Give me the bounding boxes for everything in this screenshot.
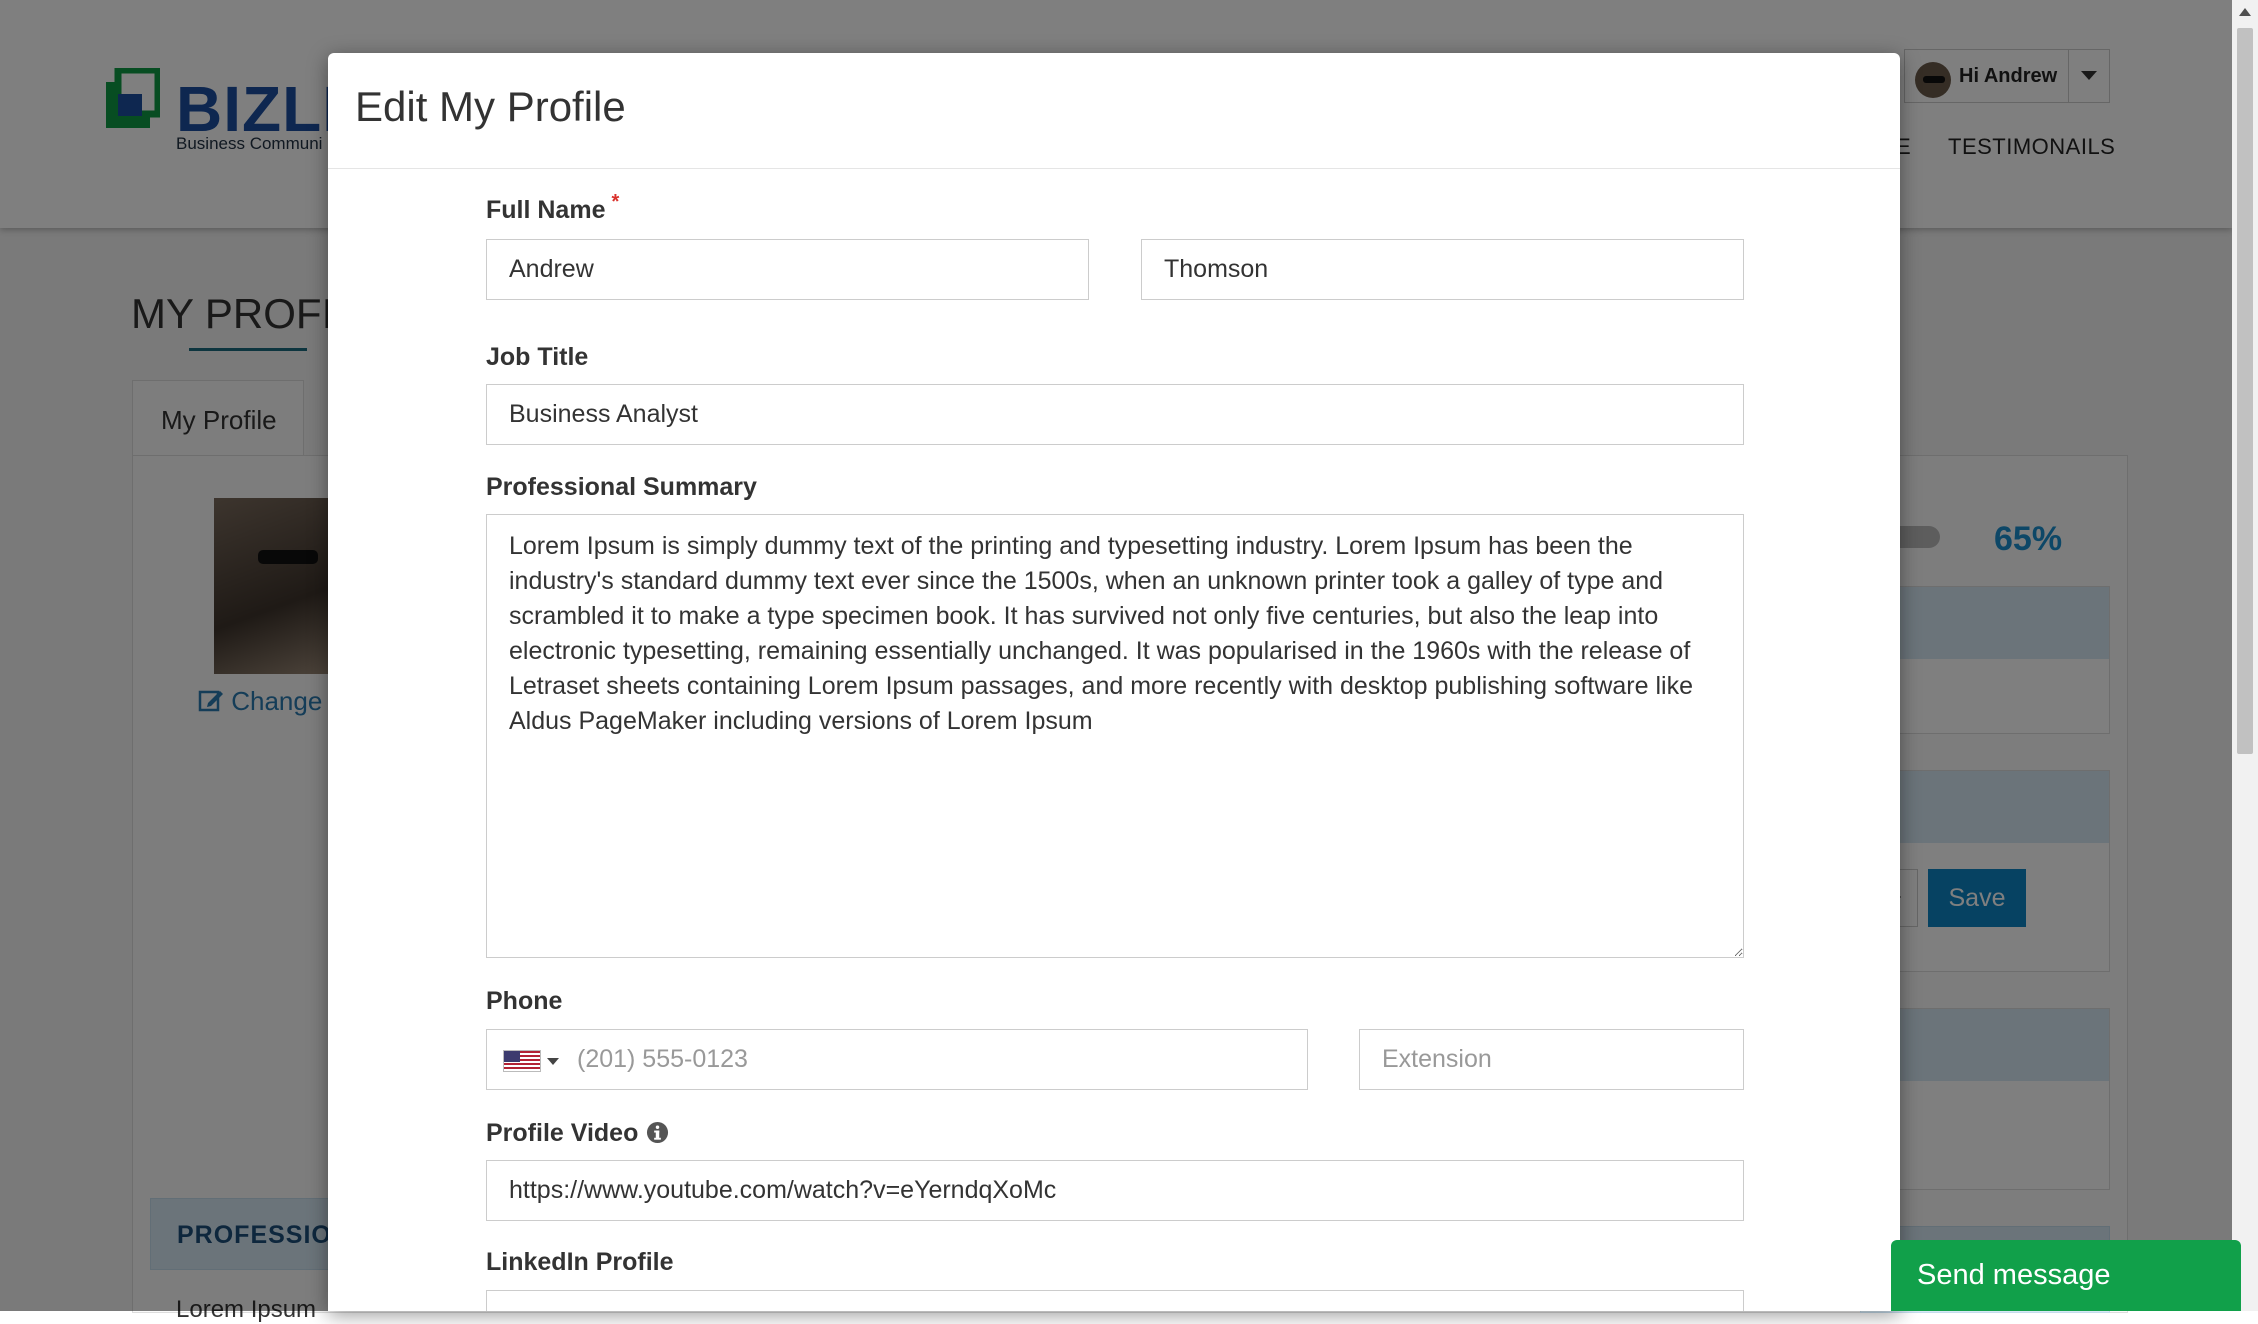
full-name-label-text: Full Name (486, 196, 606, 224)
phone-label: Phone (486, 987, 563, 1015)
job-title-label: Job Title (486, 343, 589, 371)
page-scrollbar[interactable] (2232, 0, 2258, 1311)
phone-field (486, 1029, 1308, 1090)
send-message-button[interactable]: Send message (1891, 1240, 2241, 1311)
us-flag-icon (503, 1050, 541, 1072)
modal-header: Edit My Profile (328, 53, 1900, 169)
profile-video-input[interactable] (486, 1160, 1744, 1221)
extension-input[interactable] (1359, 1029, 1744, 1090)
country-code-selector[interactable] (487, 1030, 567, 1089)
required-marker: * (611, 191, 620, 213)
modal-title: Edit My Profile (355, 83, 626, 130)
scroll-up-icon[interactable] (2239, 8, 2251, 16)
caret-down-icon (547, 1058, 559, 1065)
scroll-thumb[interactable] (2237, 28, 2253, 754)
job-title-input[interactable] (486, 384, 1744, 445)
linkedin-profile-label: LinkedIn Profile (486, 1248, 674, 1276)
full-name-label: Full Name * (486, 191, 619, 225)
profile-video-label-text: Profile Video (486, 1119, 639, 1147)
first-name-input[interactable] (486, 239, 1089, 300)
professional-summary-textarea[interactable]: Lorem Ipsum is simply dummy text of the … (486, 514, 1744, 958)
professional-summary-label: Professional Summary (486, 473, 757, 501)
last-name-input[interactable] (1141, 239, 1744, 300)
profile-video-label: Profile Video (486, 1118, 669, 1148)
phone-input[interactable] (577, 1030, 1297, 1089)
linkedin-profile-input[interactable] (486, 1290, 1744, 1311)
edit-profile-modal: Edit My Profile Full Name* Job Title Pro… (328, 53, 1900, 1311)
info-icon[interactable] (646, 1121, 669, 1144)
